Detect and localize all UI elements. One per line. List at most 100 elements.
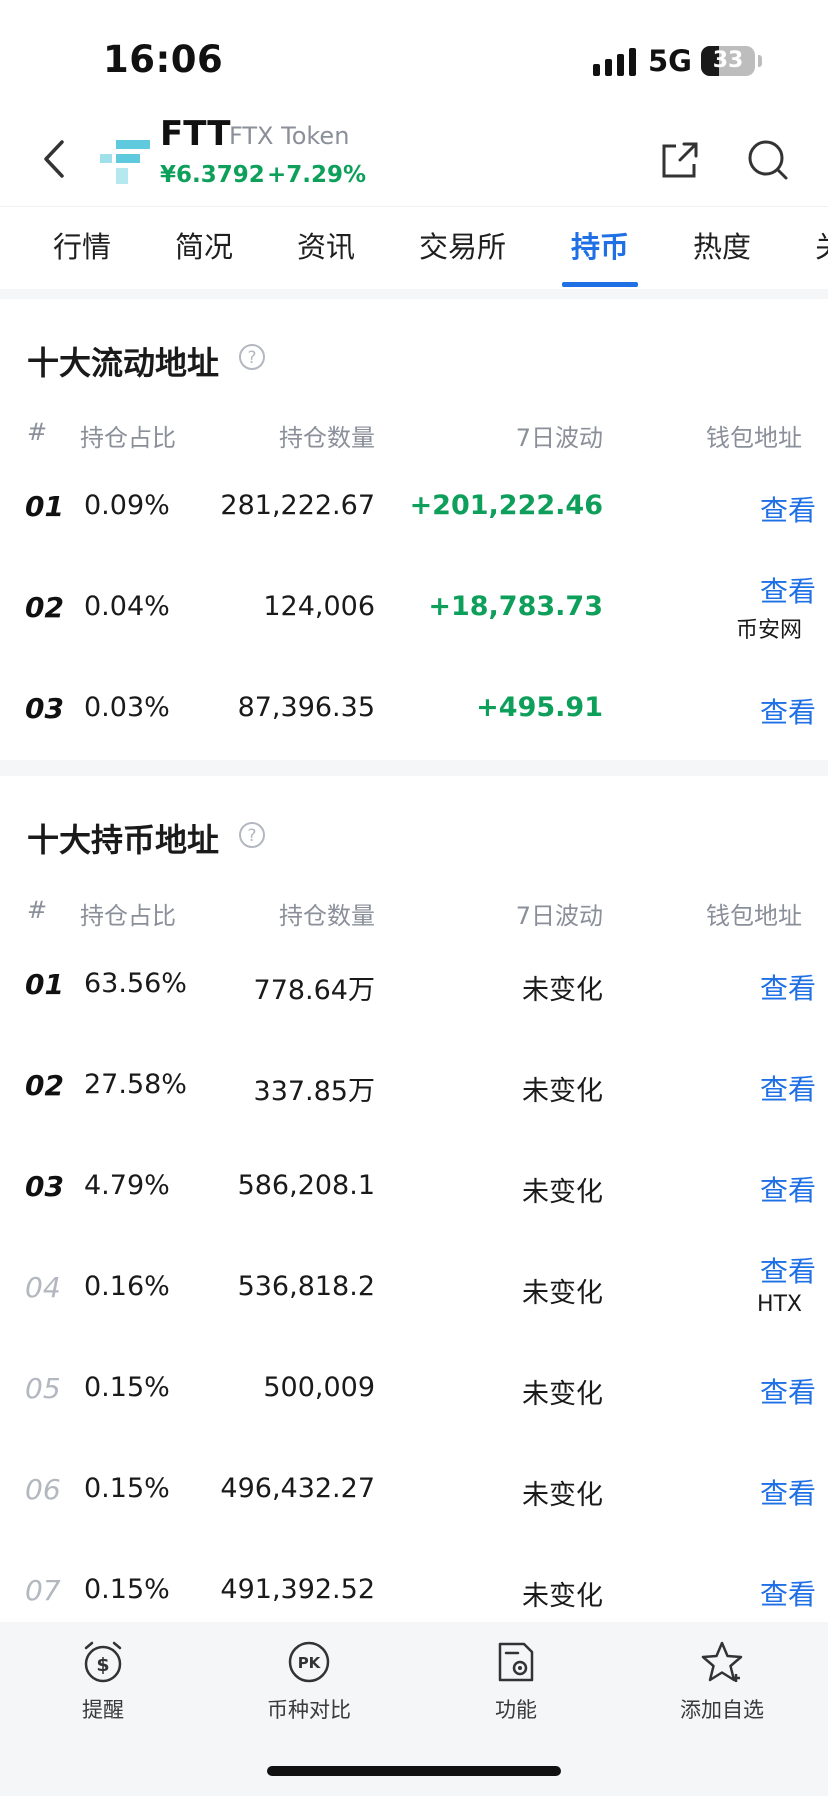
col-head-share: 持仓占比 bbox=[80, 902, 176, 930]
pk-icon: PK bbox=[288, 1641, 330, 1683]
row-change: 未变化 bbox=[522, 1581, 603, 1612]
tab-more[interactable]: 关 bbox=[815, 224, 828, 266]
tab-news[interactable]: 资讯 bbox=[297, 224, 355, 266]
col-head-amount: 持仓数量 bbox=[279, 902, 375, 930]
ftt-logo-icon bbox=[100, 140, 150, 184]
row-share: 0.04% bbox=[84, 591, 170, 622]
section-gap bbox=[0, 760, 828, 776]
function-button[interactable]: 功能 bbox=[436, 1640, 596, 1724]
view-wallet-link[interactable]: 查看 bbox=[700, 489, 816, 529]
star-icon bbox=[701, 1641, 743, 1682]
row-share: 0.15% bbox=[84, 1473, 170, 1504]
col-head-rank: # bbox=[27, 418, 48, 446]
tab-overview[interactable]: 简况 bbox=[175, 224, 233, 266]
row-rank: 07 bbox=[25, 1574, 61, 1607]
row-share: 0.15% bbox=[84, 1372, 170, 1403]
row-share: 63.56% bbox=[84, 968, 187, 999]
row-change: 未变化 bbox=[522, 1278, 603, 1309]
row-rank: 02 bbox=[25, 591, 64, 624]
function-label: 功能 bbox=[495, 1698, 537, 1722]
view-wallet-link[interactable]: 查看 bbox=[700, 967, 816, 1007]
row-change: +201,222.46 bbox=[409, 490, 603, 521]
row-rank: 03 bbox=[25, 1170, 64, 1203]
col-head-amount: 持仓数量 bbox=[279, 424, 375, 452]
view-wallet-link[interactable]: 查看 bbox=[700, 1169, 816, 1209]
coin-symbol: FTT bbox=[160, 114, 231, 154]
coin-header: FTT FTX Token ¥6.3792 +7.29% bbox=[0, 110, 828, 208]
signal-icon bbox=[593, 48, 636, 76]
view-wallet-link[interactable]: 查看 bbox=[700, 1250, 816, 1290]
alert-button[interactable]: $ 提醒 bbox=[23, 1640, 183, 1724]
col-head-rank: # bbox=[27, 896, 48, 924]
alarm-dollar-icon: $ bbox=[84, 1641, 122, 1683]
share-icon[interactable] bbox=[660, 140, 700, 180]
row-amount: 586,208.1 bbox=[237, 1170, 375, 1201]
row-share: 0.16% bbox=[84, 1271, 170, 1302]
header-divider bbox=[0, 206, 828, 207]
view-wallet-link[interactable]: 查看 bbox=[700, 1573, 816, 1613]
col-head-change: 7日波动 bbox=[515, 902, 603, 930]
tab-holdings[interactable]: 持币 bbox=[571, 224, 629, 266]
row-change: +18,783.73 bbox=[428, 591, 603, 622]
row-amount: 500,009 bbox=[263, 1372, 375, 1403]
row-rank: 01 bbox=[25, 968, 64, 1001]
tab-heat[interactable]: 热度 bbox=[693, 224, 751, 266]
view-wallet-link[interactable]: 查看 bbox=[700, 691, 816, 731]
wallet-tag: HTX bbox=[756, 1292, 802, 1317]
svg-text:?: ? bbox=[247, 348, 256, 368]
row-rank: 06 bbox=[25, 1473, 61, 1506]
compare-button[interactable]: PK 币种对比 bbox=[229, 1640, 389, 1724]
row-change: 未变化 bbox=[522, 1480, 603, 1511]
row-change: +495.91 bbox=[476, 692, 603, 723]
network-type: 5G bbox=[648, 44, 692, 78]
svg-text:$: $ bbox=[96, 1654, 109, 1676]
tab-exchanges[interactable]: 交易所 bbox=[419, 224, 506, 266]
add-watchlist-button[interactable]: 添加自选 bbox=[642, 1640, 802, 1724]
row-rank: 01 bbox=[25, 490, 64, 523]
add-watchlist-label: 添加自选 bbox=[680, 1698, 764, 1722]
view-wallet-link[interactable]: 查看 bbox=[700, 1068, 816, 1108]
row-rank: 04 bbox=[25, 1271, 61, 1304]
help-icon[interactable]: ? bbox=[238, 343, 266, 371]
section-gap bbox=[0, 289, 828, 299]
coin-price: ¥6.3792 bbox=[160, 162, 265, 188]
holders-section-title: 十大持币地址 bbox=[27, 821, 220, 859]
home-indicator[interactable] bbox=[267, 1766, 561, 1776]
row-rank: 02 bbox=[25, 1069, 64, 1102]
tab-market[interactable]: 行情 bbox=[53, 224, 111, 266]
coin-name: FTX Token bbox=[229, 122, 350, 150]
row-share: 0.09% bbox=[84, 490, 170, 521]
coin-change: +7.29% bbox=[267, 162, 367, 188]
row-rank: 03 bbox=[25, 692, 64, 725]
row-amount: 496,432.27 bbox=[220, 1473, 375, 1504]
svg-text:PK: PK bbox=[298, 1654, 322, 1672]
battery-icon: 33 bbox=[701, 46, 755, 76]
row-change: 未变化 bbox=[522, 1379, 603, 1410]
col-head-wallet: 钱包地址 bbox=[706, 902, 802, 930]
row-change: 未变化 bbox=[522, 975, 603, 1006]
tab-active-underline bbox=[562, 282, 638, 287]
row-amount: 491,392.52 bbox=[220, 1574, 375, 1605]
view-wallet-link[interactable]: 查看 bbox=[700, 570, 816, 610]
search-icon[interactable] bbox=[746, 138, 790, 182]
row-change: 未变化 bbox=[522, 1177, 603, 1208]
view-wallet-link[interactable]: 查看 bbox=[700, 1371, 816, 1411]
back-icon[interactable] bbox=[40, 138, 70, 180]
svg-text:?: ? bbox=[247, 826, 256, 846]
row-amount: 87,396.35 bbox=[237, 692, 375, 723]
help-icon[interactable]: ? bbox=[238, 821, 266, 849]
row-rank: 05 bbox=[25, 1372, 61, 1405]
compare-label: 币种对比 bbox=[267, 1698, 351, 1722]
view-wallet-link[interactable]: 查看 bbox=[700, 1472, 816, 1512]
row-share: 27.58% bbox=[84, 1069, 187, 1100]
col-head-wallet: 钱包地址 bbox=[706, 424, 802, 452]
battery-nub bbox=[758, 55, 762, 67]
battery-level: 33 bbox=[712, 48, 744, 73]
status-time: 16:06 bbox=[103, 38, 224, 81]
row-amount: 124,006 bbox=[263, 591, 375, 622]
status-bar: 16:06 5G 33 bbox=[0, 0, 828, 110]
row-amount: 281,222.67 bbox=[220, 490, 375, 521]
row-share: 4.79% bbox=[84, 1170, 170, 1201]
col-head-change: 7日波动 bbox=[515, 424, 603, 452]
row-share: 0.15% bbox=[84, 1574, 170, 1605]
